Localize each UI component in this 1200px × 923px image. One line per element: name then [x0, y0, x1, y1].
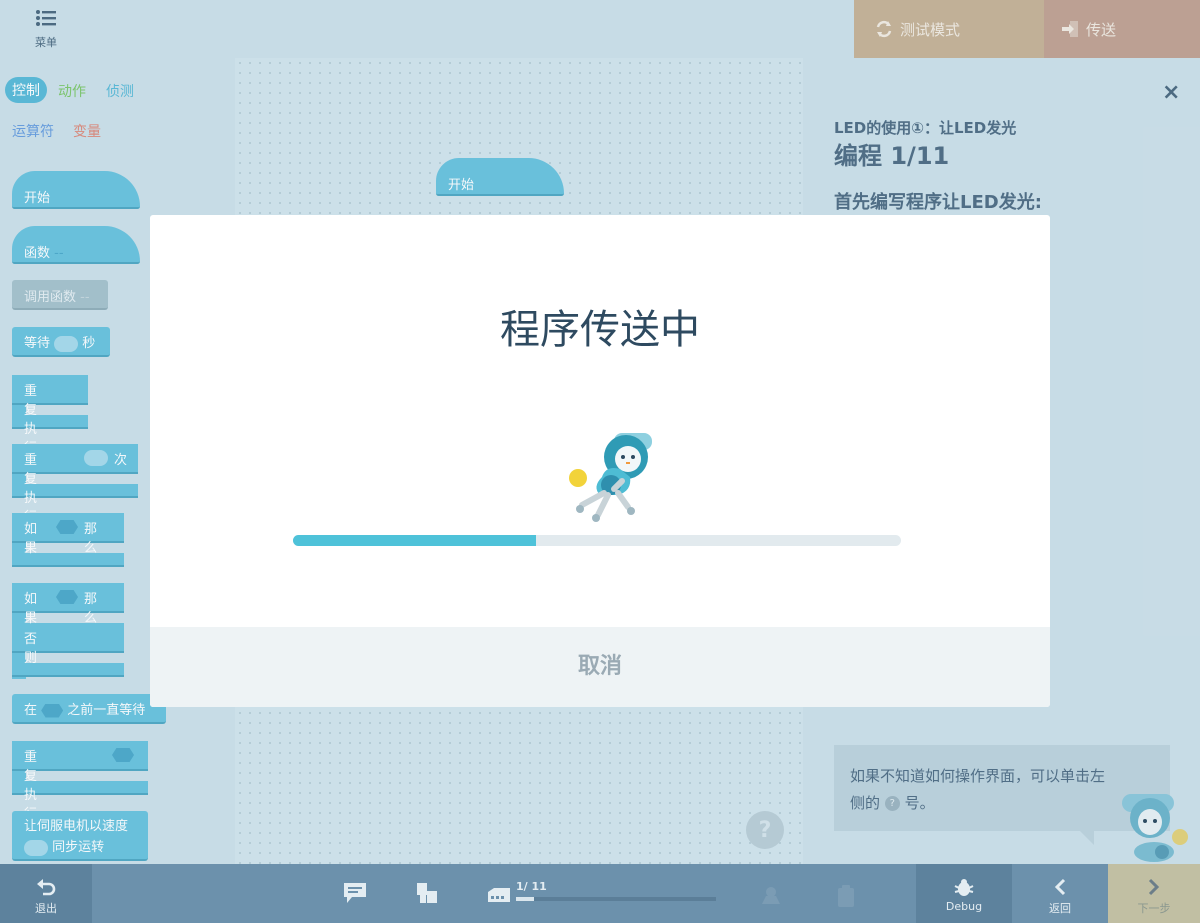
cancel-button[interactable]: 取消 [150, 627, 1050, 707]
transfer-progress-fill [293, 535, 537, 546]
dialog-title: 程序传送中 [500, 307, 700, 353]
transfer-progress-bar [293, 535, 901, 546]
transfer-dialog: 程序传送中 取消 [150, 215, 1050, 707]
running-robot-icon [569, 433, 652, 522]
dialog-footer: 取消 [150, 627, 1050, 707]
